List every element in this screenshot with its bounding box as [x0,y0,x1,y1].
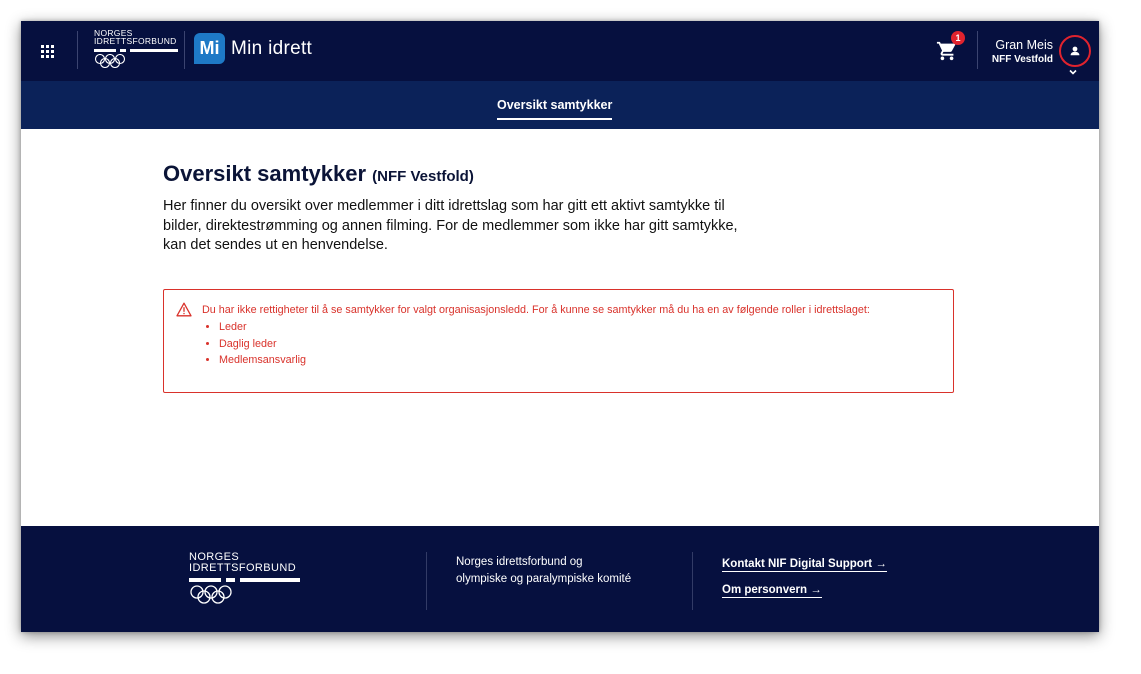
footer-divider [426,552,427,610]
roles-list: Leder Daglig leder Medlemsansvarlig [202,319,306,369]
user-menu[interactable]: Gran Meis NFF Vestfold [992,37,1053,67]
header-divider [77,31,78,69]
footer-organization: Norges idrettsforbund og olympiske og pa… [456,554,631,588]
intro-text: Her finner du oversikt over medlemmer i … [163,198,738,253]
header-divider [977,31,978,69]
page-title-text: Oversikt samtykker [163,161,367,186]
logo-bars [94,49,184,52]
chevron-down-icon[interactable] [1068,68,1078,76]
footer: NORGES IDRETTSFORBUND Norges idrettsforb… [21,526,1099,632]
list-item: Daglig leder [219,336,306,353]
warning-icon [176,302,192,317]
footer-links: Kontakt NIF Digital Support → Om personv… [722,554,887,606]
footer-divider [692,552,693,610]
contact-support-link[interactable]: Kontakt NIF Digital Support → [722,558,887,572]
tab-oversikt-samtykker[interactable]: Oversikt samtykker [497,98,613,120]
nif-logo[interactable]: NORGES IDRETTSFORBUND [94,29,184,73]
footer-org-line-2: olympiske og paralympiske komité [456,573,632,585]
footer-nif-logo[interactable]: NORGES IDRETTSFORBUND [189,552,309,612]
logo-text-line-2: IDRETTSFORBUND [94,36,177,46]
olympic-rings-icon [94,53,126,69]
permission-alert: Du har ikke rettigheter til å se samtykk… [163,289,954,393]
user-organization: NFF Vestfold [991,54,1053,65]
user-name: Gran Meis [995,38,1053,52]
footer-org-line-1: Norges idrettsforbund og [456,556,583,568]
sub-navigation: Oversikt samtykker [21,81,1099,129]
footer-logo-text-line-1: NORGES [189,551,240,563]
footer-logo-text-line-2: IDRETTSFORBUND [189,561,297,574]
footer-logo-bars [189,578,309,582]
page-title: Oversikt samtykker (NFF Vestfold) [163,159,963,192]
page-title-org: (NFF Vestfold) [372,168,474,185]
privacy-link[interactable]: Om personvern → [722,584,822,598]
avatar-button[interactable] [1059,35,1091,67]
app-title[interactable]: Min idrett [231,38,312,60]
olympic-rings-icon [190,585,232,604]
user-icon [1070,46,1080,56]
list-item: Medlemsansvarlig [219,352,306,369]
app-grid-icon[interactable] [37,41,57,61]
browser-window: NORGES IDRETTSFORBUND Mi Min idrett 1 Gr… [21,21,1099,632]
alert-message: Du har ikke rettigheter til å se samtykk… [202,304,870,316]
cart-count-badge: 1 [951,31,965,45]
main-content: Oversikt samtykker (NFF Vestfold) Her fi… [163,159,963,256]
header-divider [184,31,185,69]
list-item: Leder [219,319,306,336]
top-header: NORGES IDRETTSFORBUND Mi Min idrett 1 Gr… [21,21,1099,81]
min-idrett-logo[interactable]: Mi [194,33,225,64]
